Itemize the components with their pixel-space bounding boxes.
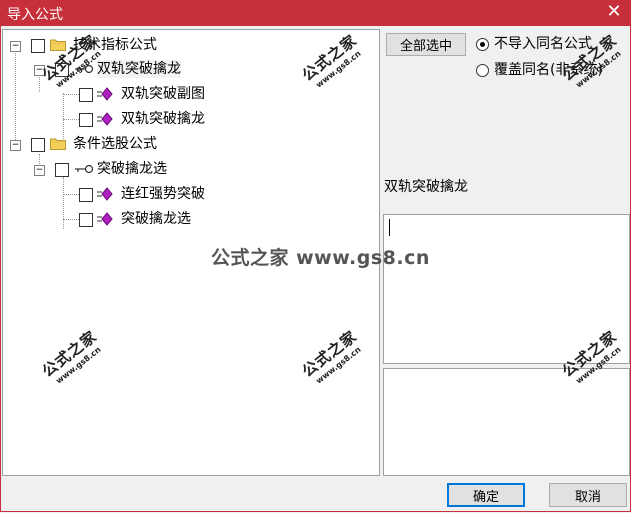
radio-dot [480,42,485,47]
formula-icon [97,87,113,101]
select-all-button[interactable]: 全部选中 [386,33,466,56]
leaf-label: 双轨突破副图 [121,86,205,102]
leaf-checkbox[interactable] [79,113,93,127]
formula-name-label: 双轨突破擒龙 [384,179,468,195]
formula-label: 突破擒龙选 [97,161,167,177]
text-caret [389,219,390,236]
key-icon [75,164,94,174]
close-icon[interactable]: ✕ [605,2,623,22]
tree-leaf[interactable]: 突破擒龙选 [3,209,373,231]
folder-icon [50,39,66,51]
expand-toggle[interactable]: − [34,165,45,176]
tree-leaf[interactable]: 双轨突破副图 [3,84,373,106]
radio-label: 不导入同名公式 [494,36,592,52]
expand-toggle[interactable]: − [34,65,45,76]
expand-toggle[interactable]: − [10,140,21,151]
key-icon [75,64,94,74]
formula-checkbox[interactable] [55,63,69,77]
leaf-checkbox[interactable] [79,88,93,102]
group-label: 技术指标公式 [73,37,157,53]
tree-group-indicators[interactable]: − 技术指标公式 [3,35,373,57]
expand-toggle[interactable]: − [10,41,21,52]
formula-icon [97,212,113,226]
tree-leaf[interactable]: 连红强势突破 [3,184,373,206]
tree-formula-node[interactable]: − 突破擒龙选 [3,159,373,181]
description-textarea[interactable] [383,214,630,364]
radio-label: 覆盖同名(非系统) [494,62,603,78]
notes-textarea[interactable] [383,368,630,476]
radio-button[interactable] [476,64,489,77]
watermark-center: 公式之家 www.gs8.cn [211,247,430,269]
formula-icon [97,112,113,126]
tree-formula-node[interactable]: − 双轨突破擒龙 [3,59,373,81]
group-label: 条件选股公式 [73,136,157,152]
radio-button[interactable] [476,38,489,51]
leaf-label: 双轨突破擒龙 [121,111,205,127]
radio-skip-duplicates[interactable]: 不导入同名公式 [476,36,626,54]
formula-label: 双轨突破擒龙 [97,60,181,78]
leaf-label: 连红强势突破 [121,186,205,202]
leaf-label: 突破擒龙选 [121,211,191,227]
tree-group-screening[interactable]: − 条件选股公式 [3,134,373,156]
cancel-button[interactable]: 取消 [549,483,627,507]
title-bar: 导入公式 ✕ [0,0,631,26]
formula-icon [97,187,113,201]
group-checkbox[interactable] [31,39,45,53]
window-title: 导入公式 [7,7,63,23]
leaf-checkbox[interactable] [79,213,93,227]
folder-icon [50,138,66,150]
group-checkbox[interactable] [31,138,45,152]
formula-checkbox[interactable] [55,163,69,177]
leaf-checkbox[interactable] [79,188,93,202]
tree-leaf[interactable]: 双轨突破擒龙 [3,109,373,131]
ok-button[interactable]: 确定 [447,483,525,507]
radio-overwrite-duplicates[interactable]: 覆盖同名(非系统) [476,62,626,80]
